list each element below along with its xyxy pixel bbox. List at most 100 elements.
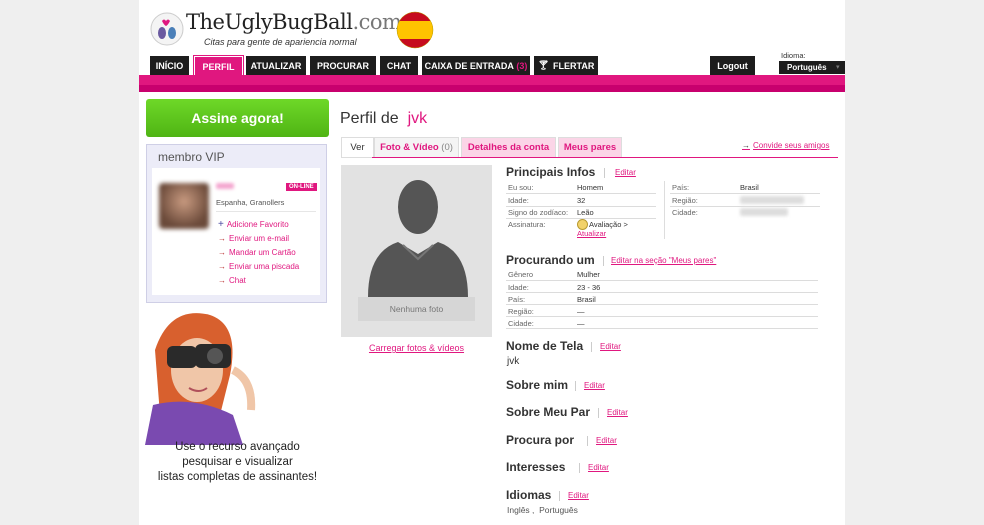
gender-label: Eu sou: bbox=[508, 183, 534, 192]
logout-button[interactable]: Logout bbox=[710, 56, 755, 75]
send-wink-link[interactable]: → Enviar uma piscada bbox=[218, 262, 299, 271]
inbox-count: (3) bbox=[516, 60, 528, 71]
separator bbox=[575, 381, 576, 391]
no-photo-label: Nenhuma foto bbox=[358, 297, 475, 321]
screen-name-title: Nome de Tela bbox=[506, 339, 584, 353]
nav-inicio[interactable]: INÍCIO bbox=[150, 56, 189, 75]
city-value-blurred bbox=[740, 208, 788, 216]
edit-looking-for-link[interactable]: Editar na seção "Meus pares" bbox=[611, 256, 716, 265]
seeking-title: Procura por bbox=[506, 433, 575, 447]
lf-city-label: Cidade: bbox=[508, 319, 534, 328]
language-value: Português bbox=[787, 63, 827, 72]
edit-interests-link[interactable]: Editar bbox=[588, 463, 609, 472]
separator bbox=[579, 463, 580, 473]
subscribe-button[interactable]: Assine agora! bbox=[146, 99, 329, 137]
about-match-title: Sobre Meu Par bbox=[506, 405, 591, 419]
row-divider bbox=[506, 206, 656, 207]
age-value: 32 bbox=[577, 196, 586, 205]
tab-detalhes-da-conta[interactable]: Detalhes da conta bbox=[461, 137, 556, 158]
row-divider bbox=[670, 206, 820, 207]
member-location: Espanha, Granollers bbox=[216, 198, 285, 207]
edit-about-me-link[interactable]: Editar bbox=[584, 381, 605, 390]
arrow-right-icon: → bbox=[742, 141, 750, 150]
edit-languages-link[interactable]: Editar bbox=[568, 491, 589, 500]
nav-underline-dark bbox=[139, 85, 845, 92]
nav-procurar[interactable]: PROCURAR bbox=[310, 56, 376, 75]
screen-name-value: jvk bbox=[507, 356, 520, 367]
chevron-down-icon[interactable]: ▾ bbox=[836, 63, 840, 71]
lf-city-value: — bbox=[577, 319, 585, 328]
lf-country-value: Brasil bbox=[577, 295, 596, 304]
zodiac-value: Leão bbox=[577, 208, 594, 217]
row-divider bbox=[506, 304, 818, 305]
edit-about-match-link[interactable]: Editar bbox=[607, 408, 628, 417]
row-divider bbox=[506, 328, 818, 329]
arrow-right-icon: → bbox=[218, 262, 226, 271]
tab-meus-pares[interactable]: Meus pares bbox=[558, 137, 622, 158]
spain-flag-icon bbox=[396, 11, 434, 49]
photo-count: (0) bbox=[441, 142, 453, 153]
tabs-baseline bbox=[372, 157, 838, 158]
separator bbox=[604, 168, 605, 178]
languages-value: Inglês , Português bbox=[507, 505, 578, 515]
member-avatar[interactable] bbox=[159, 183, 209, 229]
main-info-title: Principais Infos bbox=[506, 165, 596, 179]
profile-photo-placeholder[interactable]: Nenhuma foto bbox=[341, 165, 492, 337]
nav-perfil[interactable]: PERFIL bbox=[193, 55, 244, 78]
nav-chat[interactable]: CHAT bbox=[380, 56, 418, 75]
promo-text-1: Use o recurso avançado bbox=[175, 441, 300, 453]
vip-title: membro VIP bbox=[158, 150, 225, 164]
lf-age-label: Idade: bbox=[508, 283, 529, 292]
lf-gender-label: Gênero bbox=[508, 270, 534, 279]
upgrade-link[interactable]: Atualizar bbox=[577, 229, 606, 238]
age-label: Idade: bbox=[508, 196, 529, 205]
edit-seeking-link[interactable]: Editar bbox=[596, 436, 617, 445]
nav-atualizar[interactable]: ATUALIZAR bbox=[246, 56, 306, 75]
logo-bugs-icon bbox=[150, 12, 184, 46]
arrow-right-icon: → bbox=[218, 234, 226, 243]
region-label: Região: bbox=[672, 196, 698, 205]
member-name-blurred[interactable] bbox=[216, 183, 234, 189]
about-me-title: Sobre mim bbox=[506, 378, 569, 392]
subscription-value: Avaliação > bbox=[589, 220, 628, 229]
vip-divider bbox=[216, 211, 316, 212]
upload-photos-link[interactable]: Carregar fotos & vídeos bbox=[341, 343, 492, 353]
lf-region-label: Região: bbox=[508, 307, 534, 316]
row-divider bbox=[506, 280, 818, 281]
row-divider bbox=[506, 193, 656, 194]
edit-screen-name-link[interactable]: Editar bbox=[600, 342, 621, 351]
looking-for-title: Procurando um bbox=[506, 253, 595, 267]
tab-ver[interactable]: Ver bbox=[341, 137, 374, 158]
silhouette-icon bbox=[368, 180, 468, 297]
lf-age-value: 23 - 36 bbox=[577, 283, 601, 292]
row-divider bbox=[506, 292, 818, 293]
separator bbox=[559, 491, 560, 501]
nav-caixa-de-entrada[interactable]: CAIXA DE ENTRADA (3) bbox=[422, 56, 530, 75]
add-favorite-link[interactable]: + Adicione Favorito bbox=[218, 219, 289, 230]
send-card-link[interactable]: → Mandar um Cartão bbox=[218, 248, 296, 257]
languages-title: Idiomas bbox=[506, 488, 552, 502]
info-column-divider bbox=[664, 181, 665, 239]
country-value: Brasil bbox=[740, 183, 759, 192]
row-divider bbox=[670, 193, 820, 194]
separator bbox=[603, 256, 604, 266]
arrow-right-icon: → bbox=[218, 276, 226, 285]
promo-banner[interactable]: Use o recurso avançado pesquisar e visua… bbox=[145, 310, 330, 490]
invite-friends-link[interactable]: → Convide seus amigos bbox=[742, 141, 829, 150]
language-label: Idioma: bbox=[781, 51, 806, 60]
arrow-right-icon: → bbox=[218, 248, 226, 257]
logo-domain: .com bbox=[352, 10, 402, 34]
nav-flertar[interactable]: 🍸︎ FLERTAR bbox=[534, 56, 598, 75]
promo-text-2: pesquisar e visualizar bbox=[182, 456, 293, 468]
tab-foto-video[interactable]: Foto & Vídeo (0) bbox=[374, 137, 459, 158]
separator bbox=[598, 408, 599, 418]
chat-link[interactable]: → Chat bbox=[218, 276, 246, 285]
edit-main-info-link[interactable]: Editar bbox=[615, 168, 636, 177]
online-badge: ON-LINE bbox=[286, 183, 317, 191]
lf-country-label: País: bbox=[508, 295, 526, 304]
lf-gender-value: Mulher bbox=[577, 270, 600, 279]
city-label: Cidade: bbox=[672, 208, 698, 217]
send-email-link[interactable]: → Enviar um e-mail bbox=[218, 234, 289, 243]
page-title: Perfil de jvk bbox=[340, 110, 428, 127]
cocktail-icon: 🍸︎ bbox=[537, 60, 550, 70]
